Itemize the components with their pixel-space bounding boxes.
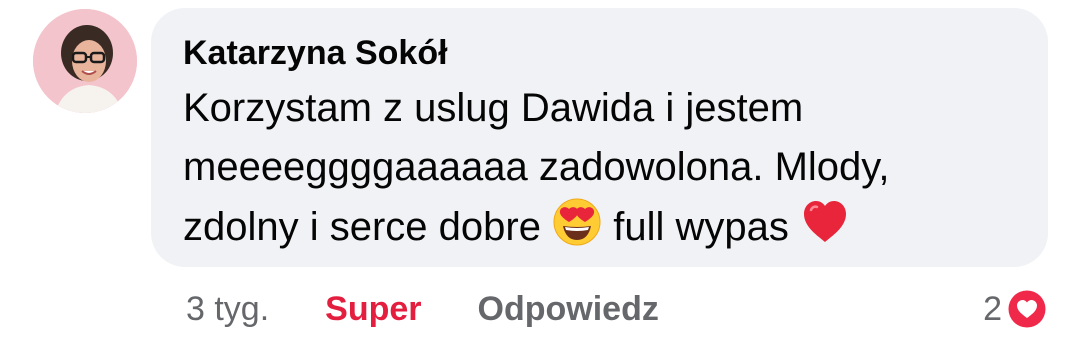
comment-text: Korzystam z uslug Dawida i jestem meeeeg… [183,79,1023,257]
love-reaction-icon [1006,288,1048,330]
comment-actions: 3 tyg. Super Odpowiedz [186,286,659,332]
comment-author[interactable]: Katarzyna Sokół [183,30,1018,76]
comment-timestamp[interactable]: 3 tyg. [186,286,269,332]
avatar[interactable] [33,9,137,113]
heart-eyes-emoji-icon [553,198,601,246]
comment-text-line-3-end: full wypas [613,205,789,249]
reaction-count: 2 [983,289,1002,328]
comment-text-line-1: Korzystam z uslug Dawida i jestem [183,86,804,130]
reaction-summary[interactable]: 2 [983,286,1050,332]
red-heart-emoji-icon [803,201,846,242]
comment-text-line-3: zdolny i serce dobre [183,205,541,249]
comment-bubble[interactable]: Katarzyna Sokół Korzystam z uslug Dawida… [151,8,1048,267]
reply-button[interactable]: Odpowiedz [478,286,659,332]
comment-text-line-2: meeeeggggaaaaaa zadowolona. Mlody, [183,145,890,189]
react-button[interactable]: Super [325,286,421,332]
